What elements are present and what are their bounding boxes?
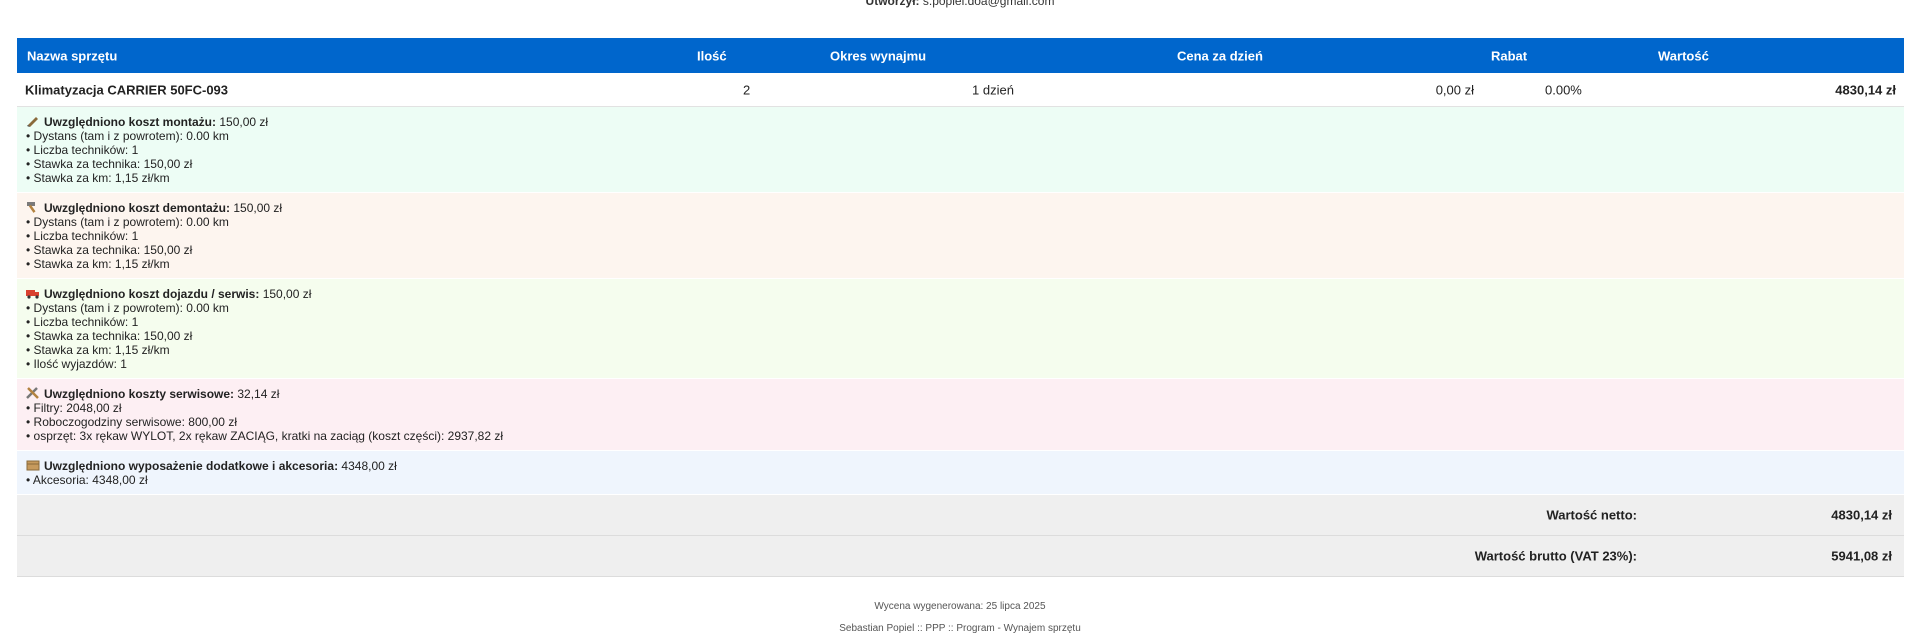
gross-total-label: Wartość brutto (VAT 23%): xyxy=(1474,548,1637,564)
cost-detail-item: • Ilość wyjazdów: 1 xyxy=(26,357,127,371)
cost-detail-item: • Stawka za technika: 150,00 zł xyxy=(26,329,193,343)
cost-section-amount: 150,00 zł xyxy=(233,201,283,215)
gross-total-value: 5941,08 zł xyxy=(1831,548,1892,564)
tools-icon xyxy=(26,387,40,399)
cost-section-title: Uwzględniono koszt demontażu: xyxy=(44,201,230,215)
cost-section-header: Uwzględniono koszt montażu: 150,00 zł xyxy=(26,115,1895,129)
cost-section: Uwzględniono koszt demontażu: 150,00 zł •… xyxy=(17,193,1904,279)
cost-section-amount: 32,14 zł xyxy=(237,387,280,401)
cost-detail-item: • Stawka za km: 1,15 zł/km xyxy=(26,257,170,271)
cost-section-title: Uwzględniono koszt montażu: xyxy=(44,115,216,129)
col-name-header: Nazwa sprzętu xyxy=(27,48,118,63)
cost-section: Uwzględniono koszty serwisowe: 32,14 zł •… xyxy=(17,379,1904,451)
cost-section-title: Uwzględniono koszty serwisowe: xyxy=(44,387,235,401)
cost-detail-item: • Stawka za technika: 150,00 zł xyxy=(26,157,193,171)
net-total-row: Wartość netto: 4830,14 zł xyxy=(17,495,1904,536)
hammer-icon xyxy=(26,201,40,213)
cost-section-amount: 150,00 zł xyxy=(262,287,312,301)
col-discount-header: Rabat xyxy=(1491,48,1528,63)
truck-icon xyxy=(26,287,40,299)
table-row: Klimatyzacja CARRIER 50FC-093 2 1 dzień … xyxy=(17,73,1904,107)
created-email: s.popiel.doa@gmail.com xyxy=(922,0,1055,8)
box-icon xyxy=(26,459,40,471)
cost-section-amount: 4348,00 zł xyxy=(341,459,397,473)
product-name: Klimatyzacja CARRIER 50FC-093 xyxy=(25,82,229,97)
cost-detail-item: • Dystans (tam i z powrotem): 0.00 km xyxy=(26,215,229,229)
cost-section-title: Uwzględniono koszt dojazdu / serwis: xyxy=(44,287,260,301)
cost-detail-item: • Stawka za technika: 150,00 zł xyxy=(26,243,193,257)
cost-section: Uwzględniono koszt dojazdu / serwis: 150… xyxy=(17,279,1904,379)
created-by: Utworzył: s.popiel.doa@gmail.com xyxy=(0,0,1920,8)
footer-generated: Wycena wygenerowana: 25 lipca 2025 xyxy=(874,601,1046,612)
cost-detail-item: • Stawka za km: 1,15 zł/km xyxy=(26,171,170,185)
pencil-icon xyxy=(26,115,40,127)
product-value: 4830,14 zł xyxy=(1835,82,1896,97)
gross-total-row: Wartość brutto (VAT 23%): 5941,08 zł xyxy=(17,536,1904,577)
cost-detail-item: • Stawka za km: 1,15 zł/km xyxy=(26,343,170,357)
cost-detail-item: • Liczba techników: 1 xyxy=(26,315,139,329)
cost-section: Uwzględniono koszt montażu: 150,00 zł • D… xyxy=(17,107,1904,193)
cost-section-header: Uwzględniono koszty serwisowe: 32,14 zł xyxy=(26,387,1895,401)
product-qty: 2 xyxy=(743,82,751,97)
cost-detail-item: • osprzęt: 3x rękaw WYLOT, 2x rękaw ZACI… xyxy=(26,429,504,443)
cost-section-header: Uwzględniono koszt demontażu: 150,00 zł xyxy=(26,201,1895,215)
net-total-label: Wartość netto: xyxy=(1546,507,1637,523)
cost-sections: Uwzględniono koszt montażu: 150,00 zł • D… xyxy=(17,107,1904,495)
product-period: 1 dzień xyxy=(972,82,1014,97)
col-value-header: Wartość xyxy=(1658,48,1709,63)
col-price-header: Cena za dzień xyxy=(1177,48,1263,63)
net-total-value: 4830,14 zł xyxy=(1831,507,1892,523)
footer-credits: Sebastian Popiel :: PPP :: Program - Wyn… xyxy=(839,623,1081,634)
created-label: Utworzył: xyxy=(865,0,920,8)
product-discount: 0.00% xyxy=(1545,82,1582,97)
col-qty-header: Ilość xyxy=(697,48,727,63)
quote-table: Nazwa sprzętu Ilość Okres wynajmu Cena z… xyxy=(17,38,1904,577)
cost-detail-item: • Dystans (tam i z powrotem): 0.00 km xyxy=(26,301,229,315)
cost-section-header: Uwzględniono wyposażenie dodatkowe i akc… xyxy=(26,459,1895,473)
cost-detail-item: • Dystans (tam i z powrotem): 0.00 km xyxy=(26,129,229,143)
cost-detail-item: • Liczba techników: 1 xyxy=(26,229,139,243)
table-header: Nazwa sprzętu Ilość Okres wynajmu Cena z… xyxy=(17,38,1904,73)
cost-section: Uwzględniono wyposażenie dodatkowe i akc… xyxy=(17,451,1904,495)
cost-section-title: Uwzględniono wyposażenie dodatkowe i akc… xyxy=(44,459,339,473)
cost-detail-item: • Filtry: 2048,00 zł xyxy=(26,401,122,415)
cost-detail-item: • Liczba techników: 1 xyxy=(26,143,139,157)
cost-detail-item: • Roboczogodziny serwisowe: 800,00 zł xyxy=(26,415,237,429)
col-period-header: Okres wynajmu xyxy=(830,48,927,63)
product-price: 0,00 zł xyxy=(1435,82,1474,97)
cost-detail-item: • Akcesoria: 4348,00 zł xyxy=(26,473,148,487)
cost-section-header: Uwzględniono koszt dojazdu / serwis: 150… xyxy=(26,287,1895,301)
cost-section-amount: 150,00 zł xyxy=(219,115,269,129)
